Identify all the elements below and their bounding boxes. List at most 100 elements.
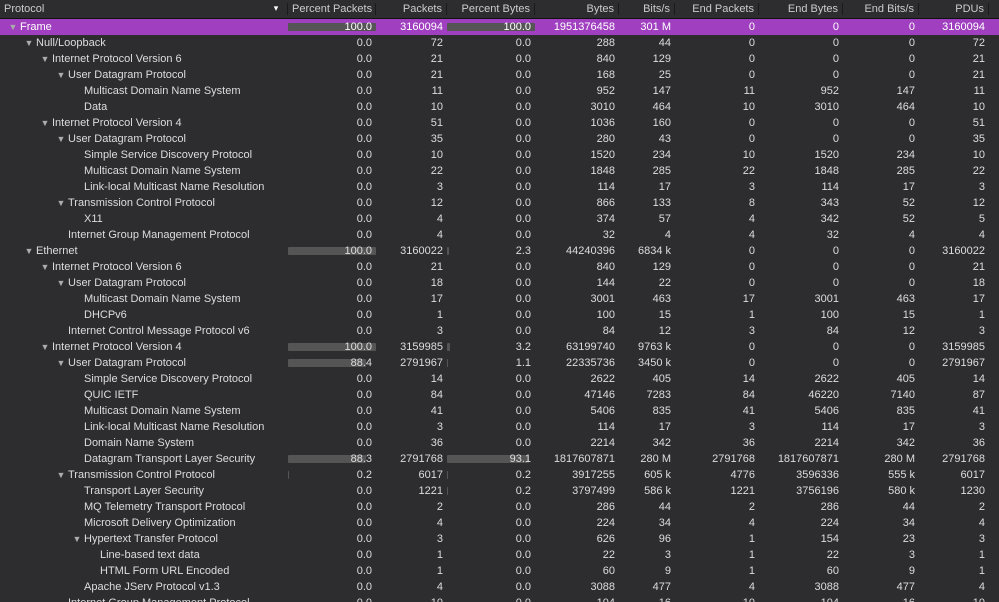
end-bits-s-cell: 4 <box>843 229 919 241</box>
pdus-cell: 18 <box>919 277 989 289</box>
table-row[interactable]: MQ Telemetry Transport Protocol0.020.028… <box>0 499 999 515</box>
col-percent-bytes[interactable]: Percent Bytes <box>447 3 535 15</box>
table-row[interactable]: User Datagram Protocol0.0210.01682500021 <box>0 67 999 83</box>
pdus-cell: 4 <box>919 581 989 593</box>
col-packets[interactable]: Packets <box>376 3 447 15</box>
table-row[interactable]: Internet Protocol Version 60.0210.084012… <box>0 51 999 67</box>
table-row[interactable]: Internet Protocol Version 4100.031599853… <box>0 339 999 355</box>
percent-label: 0.0 <box>516 213 531 225</box>
protocol-name: Transmission Control Protocol <box>68 197 215 209</box>
protocol-cell: Internet Group Management Protocol <box>0 229 288 241</box>
table-row[interactable]: Link-local Multicast Name Resolution0.03… <box>0 179 999 195</box>
end-packets-cell: 84 <box>675 389 759 401</box>
percent-bar <box>447 343 450 351</box>
percent-packets-cell: 100.0 <box>288 341 376 353</box>
protocol-cell: X11 <box>0 213 288 225</box>
col-protocol[interactable]: Protocol <box>0 3 288 15</box>
tree-toggle-icon[interactable] <box>40 342 50 352</box>
table-row[interactable]: HTML Form URL Encoded0.010.060916091 <box>0 563 999 579</box>
col-pdus[interactable]: PDUs <box>919 3 989 15</box>
bytes-cell: 168 <box>535 69 619 81</box>
col-end-bits-s[interactable]: End Bits/s <box>843 3 919 15</box>
protocol-name: User Datagram Protocol <box>68 357 186 369</box>
percent-label: 0.0 <box>516 309 531 321</box>
col-bytes[interactable]: Bytes <box>535 3 619 15</box>
table-row[interactable]: Transport Layer Security0.012210.2379749… <box>0 483 999 499</box>
table-row[interactable]: Multicast Domain Name System0.0110.09521… <box>0 83 999 99</box>
bytes-cell: 63199740 <box>535 341 619 353</box>
tree-toggle-icon[interactable] <box>56 278 66 288</box>
packets-cell: 3160094 <box>376 21 447 33</box>
packets-cell: 6017 <box>376 469 447 481</box>
table-row[interactable]: Multicast Domain Name System0.0170.03001… <box>0 291 999 307</box>
tree-toggle-icon[interactable] <box>56 358 66 368</box>
table-row[interactable]: Domain Name System0.0360.022143423622143… <box>0 435 999 451</box>
col-percent-packets[interactable]: Percent Packets <box>288 3 376 15</box>
table-row[interactable]: QUIC IETF0.0840.04714672838446220714087 <box>0 387 999 403</box>
percent-label: 0.0 <box>357 213 372 225</box>
table-row[interactable]: Multicast Domain Name System0.0410.05406… <box>0 403 999 419</box>
percent-bytes-cell: 0.0 <box>447 37 535 49</box>
table-row[interactable]: Link-local Multicast Name Resolution0.03… <box>0 419 999 435</box>
percent-label: 0.0 <box>516 293 531 305</box>
protocol-name: Null/Loopback <box>36 37 106 49</box>
end-bytes-cell: 3010 <box>759 101 843 113</box>
tree-toggle-icon[interactable] <box>72 534 82 544</box>
percent-label: 0.0 <box>357 101 372 113</box>
table-row[interactable]: Frame100.03160094100.01951376458301 M000… <box>0 19 999 35</box>
table-row[interactable]: Simple Service Discovery Protocol0.0140.… <box>0 371 999 387</box>
table-row[interactable]: Microsoft Delivery Optimization0.040.022… <box>0 515 999 531</box>
table-row[interactable]: Data0.0100.0301046410301046410 <box>0 99 999 115</box>
table-row[interactable]: Null/Loopback0.0720.02884400072 <box>0 35 999 51</box>
table-row[interactable]: Internet Protocol Version 60.0210.084012… <box>0 259 999 275</box>
table-row[interactable]: Ethernet100.031600222.3442403966834 k000… <box>0 243 999 259</box>
end-bytes-cell: 342 <box>759 213 843 225</box>
table-row[interactable]: Simple Service Discovery Protocol0.0100.… <box>0 147 999 163</box>
end-bits-s-cell: 0 <box>843 21 919 33</box>
table-row[interactable]: User Datagram Protocol0.0180.01442200018 <box>0 275 999 291</box>
tree-toggle-icon[interactable] <box>56 70 66 80</box>
tree-toggle-icon[interactable] <box>40 54 50 64</box>
table-row[interactable]: Transmission Control Protocol0.260170.23… <box>0 467 999 483</box>
table-row[interactable]: Internet Protocol Version 40.0510.010361… <box>0 115 999 131</box>
table-row[interactable]: Internet Group Management Protocol0.0100… <box>0 595 999 602</box>
table-row[interactable]: User Datagram Protocol0.0350.02804300035 <box>0 131 999 147</box>
packets-cell: 10 <box>376 597 447 602</box>
tree-toggle-icon[interactable] <box>56 198 66 208</box>
bytes-cell: 840 <box>535 261 619 273</box>
table-row[interactable]: Line-based text data0.010.022312231 <box>0 547 999 563</box>
bytes-cell: 84 <box>535 325 619 337</box>
table-row[interactable]: User Datagram Protocol88.427919671.12233… <box>0 355 999 371</box>
tree-toggle-icon[interactable] <box>24 38 34 48</box>
table-row[interactable]: X110.040.0374574342525 <box>0 211 999 227</box>
tree-toggle-icon[interactable] <box>24 246 34 256</box>
col-bits-s[interactable]: Bits/s <box>619 3 675 15</box>
table-row[interactable]: Transmission Control Protocol0.0120.0866… <box>0 195 999 211</box>
end-packets-cell: 1 <box>675 533 759 545</box>
tree-toggle-icon[interactable] <box>56 134 66 144</box>
bits-s-cell: 835 <box>619 405 675 417</box>
protocol-name: QUIC IETF <box>84 389 138 401</box>
tree-toggle-icon[interactable] <box>8 22 18 32</box>
table-row[interactable]: Hypertext Transfer Protocol0.030.0626961… <box>0 531 999 547</box>
col-end-packets[interactable]: End Packets <box>675 3 759 15</box>
table-row[interactable]: Datagram Transport Layer Security88.3279… <box>0 451 999 467</box>
table-row[interactable]: DHCPv60.010.0100151100151 <box>0 307 999 323</box>
table-row[interactable]: Apache JServ Protocol v1.30.040.03088477… <box>0 579 999 595</box>
protocol-cell: Transport Layer Security <box>0 485 288 497</box>
tree-toggle-icon[interactable] <box>40 262 50 272</box>
table-row[interactable]: Internet Group Management Protocol0.040.… <box>0 227 999 243</box>
tree-toggle-icon[interactable] <box>40 118 50 128</box>
end-bytes-cell: 32 <box>759 229 843 241</box>
col-end-bytes[interactable]: End Bytes <box>759 3 843 15</box>
protocol-name: User Datagram Protocol <box>68 133 186 145</box>
pdus-cell: 14 <box>919 373 989 385</box>
bits-s-cell: 129 <box>619 53 675 65</box>
table-row[interactable]: Multicast Domain Name System0.0220.01848… <box>0 163 999 179</box>
end-packets-cell: 1221 <box>675 485 759 497</box>
end-bytes-cell: 2214 <box>759 437 843 449</box>
end-bits-s-cell: 477 <box>843 581 919 593</box>
table-row[interactable]: Internet Control Message Protocol v60.03… <box>0 323 999 339</box>
tree-toggle-icon[interactable] <box>56 470 66 480</box>
end-bytes-cell: 114 <box>759 181 843 193</box>
